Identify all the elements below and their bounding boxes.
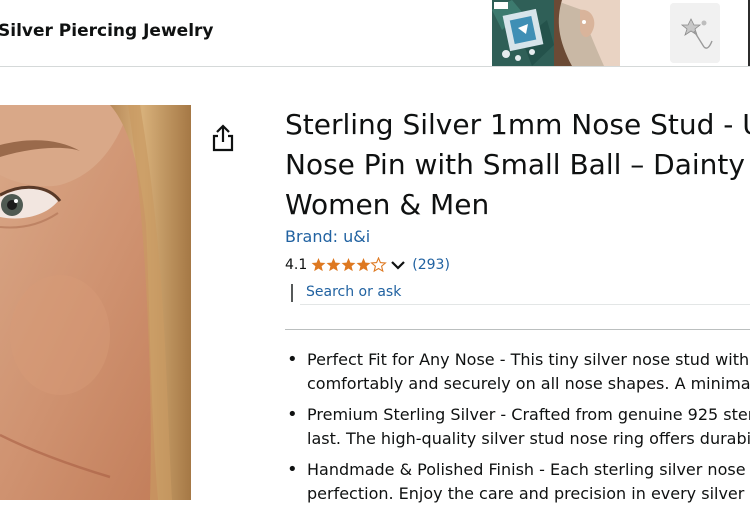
section-divider xyxy=(285,329,750,330)
text-cursor xyxy=(291,284,293,302)
rating-value: 4.1 xyxy=(285,257,308,273)
chevron-down-icon[interactable] xyxy=(390,259,406,271)
top-bar: Silver Piercing Jewelry xyxy=(0,0,750,67)
star-icon xyxy=(341,258,356,272)
ad-thumbnail-image[interactable] xyxy=(492,0,620,66)
divider xyxy=(300,304,750,305)
rating-row: 4.1 (293) xyxy=(285,256,450,274)
store-title[interactable]: Silver Piercing Jewelry xyxy=(0,21,214,41)
star-icon xyxy=(356,258,371,272)
star-rating[interactable] xyxy=(311,257,388,273)
feature-bullets: Perfect Fit for Any Nose - This tiny sil… xyxy=(285,348,750,513)
feature-bullet: Handmade & Polished Finish - Each sterli… xyxy=(285,458,750,506)
share-icon[interactable] xyxy=(208,122,238,154)
star-icon xyxy=(326,258,341,272)
search-or-ask-input[interactable]: Search or ask xyxy=(306,284,401,300)
star-empty-icon xyxy=(370,257,388,273)
product-title: Sterling Silver 1mm Nose Stud - U Nose P… xyxy=(285,108,750,221)
review-count-link[interactable]: (293) xyxy=(412,257,450,273)
brand-link[interactable]: Brand: u&i xyxy=(285,227,370,246)
star-icon xyxy=(311,258,326,272)
feature-bullet: Perfect Fit for Any Nose - This tiny sil… xyxy=(285,348,750,396)
nose-pin-thumbnail-image[interactable] xyxy=(670,3,720,63)
product-main-image[interactable] xyxy=(0,105,191,500)
feature-bullet: Premium Sterling Silver - Crafted from g… xyxy=(285,403,750,451)
